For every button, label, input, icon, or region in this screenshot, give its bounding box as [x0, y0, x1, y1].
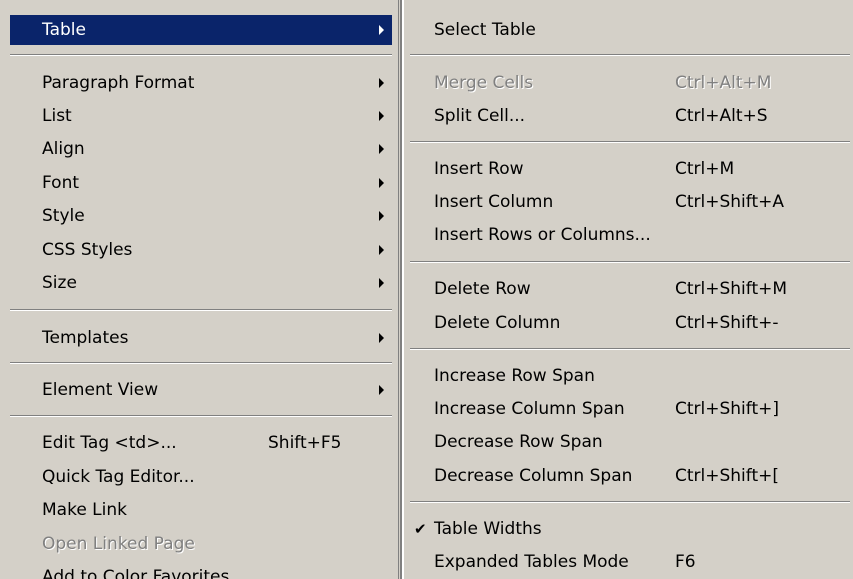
menu-item-delete-row[interactable]: Delete Row Ctrl+Shift+M	[410, 274, 850, 304]
menu-item-label: Size	[42, 273, 77, 293]
menu-item-decrease-row-span[interactable]: Decrease Row Span	[410, 427, 850, 457]
menu-item-table-widths[interactable]: ✔ Table Widths	[410, 514, 850, 544]
menu-item-add-to-color-favorites[interactable]: Add to Color Favorites	[10, 562, 392, 579]
menu-item-label: Make Link	[42, 500, 127, 520]
submenu-arrow-icon	[379, 245, 384, 255]
menu-item-label: Add to Color Favorites	[42, 567, 230, 579]
submenu-arrow-icon	[379, 211, 384, 221]
submenu-arrow-icon	[379, 144, 384, 154]
menu-item-label: Delete Row	[434, 279, 531, 299]
menu-item-increase-column-span[interactable]: Increase Column Span Ctrl+Shift+]	[410, 394, 850, 424]
menu-item-label: Insert Rows or Columns...	[434, 225, 651, 245]
menu-item-label: Edit Tag <td>...	[42, 433, 177, 453]
submenu-arrow-icon	[379, 278, 384, 288]
menu-item-paragraph-format[interactable]: Paragraph Format	[10, 68, 392, 98]
menu-item-label: Style	[42, 206, 85, 226]
menu-item-label: Select Table	[434, 20, 536, 40]
menu-item-label: Font	[42, 173, 80, 193]
menu-item-label: Increase Column Span	[434, 399, 625, 419]
menu-separator	[10, 362, 392, 364]
menu-item-shortcut: Ctrl+Alt+S	[675, 106, 768, 126]
menu-item-decrease-column-span[interactable]: Decrease Column Span Ctrl+Shift+[	[410, 461, 850, 491]
menu-item-label: Table	[42, 20, 86, 40]
menu-item-select-table[interactable]: Select Table	[410, 15, 850, 45]
menu-item-label: Insert Row	[434, 159, 524, 179]
menu-item-style[interactable]: Style	[10, 201, 392, 231]
menu-separator	[410, 501, 850, 503]
menu-item-open-linked-page: Open Linked Page	[10, 529, 392, 559]
menu-item-shortcut: Ctrl+Shift+]	[675, 399, 780, 419]
checkmark-icon: ✔	[414, 520, 427, 538]
menu-separator	[10, 54, 392, 56]
menu-separator	[10, 309, 392, 311]
menu-item-css-styles[interactable]: CSS Styles	[10, 235, 392, 265]
menu-item-shortcut: Shift+F5	[268, 433, 342, 453]
submenu-arrow-icon	[379, 333, 384, 343]
menu-item-split-cell[interactable]: Split Cell... Ctrl+Alt+S	[410, 101, 850, 131]
menu-item-label: List	[42, 106, 72, 126]
menu-item-edit-tag[interactable]: Edit Tag <td>... Shift+F5	[10, 428, 392, 458]
menu-item-label: Quick Tag Editor...	[42, 467, 195, 487]
menu-item-label: Decrease Column Span	[434, 466, 633, 486]
menu-item-element-view[interactable]: Element View	[10, 375, 392, 405]
menu-item-label: Merge Cells	[434, 73, 534, 93]
menu-item-align[interactable]: Align	[10, 134, 392, 164]
menu-separator	[410, 141, 850, 143]
menu-item-insert-rows-or-columns[interactable]: Insert Rows or Columns...	[410, 220, 850, 250]
menu-separator	[410, 348, 850, 350]
menu-item-list[interactable]: List	[10, 101, 392, 131]
menu-item-merge-cells: Merge Cells Ctrl+Alt+M	[410, 68, 850, 98]
menu-item-label: Table Widths	[434, 519, 542, 539]
menu-item-quick-tag-editor[interactable]: Quick Tag Editor...	[10, 462, 392, 492]
menu-item-insert-column[interactable]: Insert Column Ctrl+Shift+A	[410, 187, 850, 217]
menu-item-label: Increase Row Span	[434, 366, 595, 386]
submenu-arrow-icon	[379, 25, 384, 35]
submenu-arrow-icon	[379, 385, 384, 395]
menu-separator	[410, 261, 850, 263]
menu-item-make-link[interactable]: Make Link	[10, 495, 392, 525]
menu-separator	[410, 54, 850, 56]
menu-item-increase-row-span[interactable]: Increase Row Span	[410, 361, 850, 391]
menu-item-insert-row[interactable]: Insert Row Ctrl+M	[410, 154, 850, 184]
menu-item-shortcut: Ctrl+Shift+A	[675, 192, 785, 212]
menu-item-label: Templates	[42, 328, 129, 348]
menu-item-label: Align	[42, 139, 85, 159]
table-submenu: Select Table Merge Cells Ctrl+Alt+M Spli…	[402, 0, 853, 579]
menu-item-shortcut: Ctrl+M	[675, 159, 735, 179]
menu-item-label: Expanded Tables Mode	[434, 552, 629, 572]
menu-item-label: Delete Column	[434, 313, 561, 333]
menu-item-shortcut: Ctrl+Alt+M	[675, 73, 772, 93]
menu-item-font[interactable]: Font	[10, 168, 392, 198]
menu-item-shortcut: Ctrl+Shift+-	[675, 313, 779, 333]
menu-item-templates[interactable]: Templates	[10, 323, 392, 353]
menu-item-table[interactable]: Table	[10, 15, 392, 45]
menu-item-delete-column[interactable]: Delete Column Ctrl+Shift+-	[410, 308, 850, 338]
menu-item-label: CSS Styles	[42, 240, 133, 260]
submenu-arrow-icon	[379, 111, 384, 121]
menu-item-shortcut: Ctrl+Shift+M	[675, 279, 788, 299]
context-menu: Table Paragraph Format List Align Font S…	[0, 0, 398, 579]
menu-item-label: Open Linked Page	[42, 534, 195, 554]
menu-item-expanded-tables-mode[interactable]: Expanded Tables Mode F6	[410, 547, 850, 577]
menu-item-shortcut: Ctrl+Shift+[	[675, 466, 780, 486]
menu-item-shortcut: F6	[675, 552, 696, 572]
menu-item-label: Split Cell...	[434, 106, 526, 126]
submenu-arrow-icon	[379, 78, 384, 88]
menu-item-label: Decrease Row Span	[434, 432, 603, 452]
menu-item-label: Paragraph Format	[42, 73, 195, 93]
menu-item-label: Insert Column	[434, 192, 554, 212]
submenu-arrow-icon	[379, 178, 384, 188]
menu-item-label: Element View	[42, 380, 159, 400]
menu-separator	[10, 415, 392, 417]
menu-item-size[interactable]: Size	[10, 268, 392, 298]
